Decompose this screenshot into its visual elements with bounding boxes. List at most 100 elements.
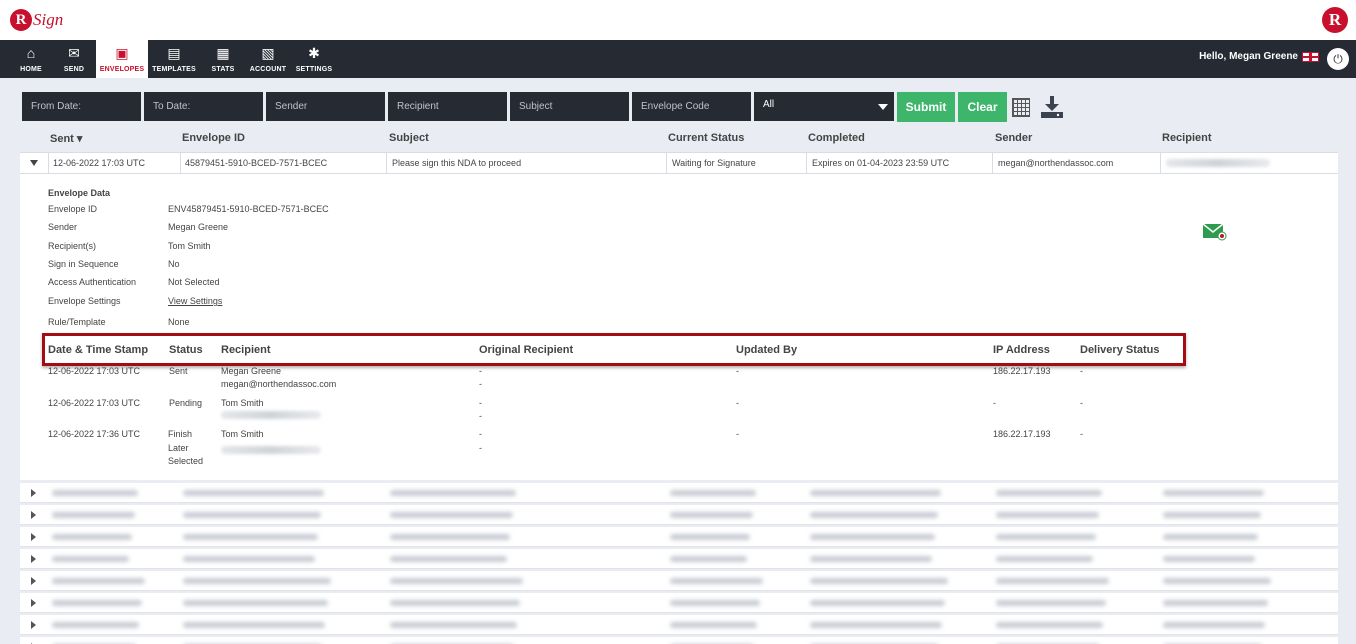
history-original-recipient: - bbox=[479, 411, 482, 421]
history-recipient-email: megan@northendassoc.com bbox=[221, 379, 337, 389]
subject-input[interactable]: Subject bbox=[510, 92, 629, 121]
table-row[interactable] bbox=[20, 637, 1338, 644]
col-header-recipient[interactable]: Recipient bbox=[1162, 132, 1212, 144]
field-label: Access Authentication bbox=[48, 277, 137, 287]
chevron-down-icon bbox=[878, 104, 888, 110]
history-col-recipient: Recipient bbox=[221, 344, 271, 356]
to-date-input[interactable]: To Date: bbox=[144, 92, 263, 121]
history-updated-by: - bbox=[736, 398, 739, 408]
nav-settings[interactable]: ✱ SETTINGS bbox=[294, 40, 334, 78]
nav-settings-label: SETTINGS bbox=[295, 65, 333, 73]
redacted-cell bbox=[390, 578, 524, 584]
history-updated-by: - bbox=[736, 366, 739, 376]
status-select-value: All bbox=[763, 99, 775, 110]
field-label: Sender bbox=[48, 222, 78, 232]
redacted-cell bbox=[183, 622, 326, 628]
from-date-input[interactable]: From Date: bbox=[22, 92, 141, 121]
history-original-recipient: - bbox=[479, 443, 482, 453]
stats-icon: ▦ bbox=[216, 44, 230, 61]
history-recipient: Tom Smith bbox=[221, 398, 264, 408]
calendar-icon[interactable] bbox=[1012, 98, 1030, 117]
history-status: Finish bbox=[168, 429, 193, 439]
nav-templates[interactable]: ▤ TEMPLATES bbox=[151, 40, 197, 78]
expand-arrow-icon[interactable] bbox=[31, 511, 36, 519]
redacted-cell bbox=[52, 622, 140, 628]
redacted-cell bbox=[390, 512, 513, 518]
history-status: Selected bbox=[168, 456, 204, 466]
sender-input[interactable]: Sender bbox=[266, 92, 385, 121]
col-header-sender[interactable]: Sender bbox=[995, 132, 1032, 144]
expand-arrow-icon[interactable] bbox=[31, 533, 36, 541]
redacted-cell bbox=[183, 490, 324, 496]
clear-button[interactable]: Clear bbox=[958, 92, 1007, 122]
redacted-cell bbox=[996, 578, 1110, 584]
cell-sender: megan@northendassoc.com bbox=[998, 158, 1114, 168]
collapse-arrow-icon[interactable] bbox=[30, 160, 38, 166]
history-status: Pending bbox=[169, 398, 203, 408]
redacted-cell bbox=[810, 622, 943, 628]
col-header-completed[interactable]: Completed bbox=[808, 132, 865, 144]
cell-subject: Please sign this NDA to proceed bbox=[392, 158, 522, 168]
nav-account[interactable]: ▧ ACCOUNT bbox=[247, 40, 289, 78]
redacted-cell bbox=[1163, 534, 1258, 540]
sort-down-icon: ▾ bbox=[76, 133, 83, 145]
cell-divider bbox=[992, 152, 993, 174]
templates-icon: ▤ bbox=[167, 44, 181, 61]
col-header-envelope-id[interactable]: Envelope ID bbox=[182, 132, 245, 144]
main-nav: ⌂ HOME ✉ SEND ▣ ENVELOPES ▤ TEMPLATES ▦ … bbox=[0, 40, 1356, 78]
user-greeting[interactable]: Hello, Megan Greene bbox=[1199, 51, 1298, 62]
col-header-status[interactable]: Current Status bbox=[668, 132, 744, 144]
nav-envelopes[interactable]: ▣ ENVELOPES bbox=[96, 40, 148, 78]
nav-send[interactable]: ✉ SEND bbox=[55, 40, 93, 78]
history-col-ip: IP Address bbox=[993, 344, 1050, 356]
expand-arrow-icon[interactable] bbox=[31, 555, 36, 563]
nav-home[interactable]: ⌂ HOME bbox=[12, 40, 50, 78]
redacted-cell bbox=[183, 600, 329, 606]
field-value: No bbox=[168, 259, 180, 269]
col-header-sent-label: Sent bbox=[50, 133, 74, 145]
cell-sent: 12-06-2022 17:03 UTC bbox=[53, 158, 146, 168]
redacted-cell bbox=[390, 490, 516, 496]
history-col-original-recipient: Original Recipient bbox=[479, 344, 574, 356]
status-select[interactable]: All bbox=[754, 92, 894, 121]
redacted-cell bbox=[810, 534, 935, 540]
history-timestamp: 12-06-2022 17:36 UTC bbox=[48, 429, 141, 439]
nav-send-label: SEND bbox=[63, 65, 85, 73]
history-recipient: Megan Greene bbox=[221, 366, 282, 376]
redacted-cell bbox=[996, 490, 1102, 496]
redacted-cell bbox=[52, 556, 129, 562]
expand-arrow-icon[interactable] bbox=[31, 489, 36, 497]
expand-arrow-icon[interactable] bbox=[31, 577, 36, 585]
redacted-cell bbox=[1163, 622, 1266, 628]
nav-stats[interactable]: ▦ STATS bbox=[204, 40, 242, 78]
field-label: Envelope ID bbox=[48, 204, 98, 214]
view-settings-link[interactable]: View Settings bbox=[168, 296, 222, 306]
send-icon: ✉ bbox=[68, 44, 80, 61]
envelope-code-input[interactable]: Envelope Code bbox=[632, 92, 751, 121]
expand-arrow-icon[interactable] bbox=[31, 621, 36, 629]
recipient-input[interactable]: Recipient bbox=[388, 92, 507, 121]
redacted-cell bbox=[183, 512, 321, 518]
submit-button[interactable]: Submit bbox=[897, 92, 955, 122]
logout-button[interactable]: ⏻ bbox=[1327, 48, 1349, 70]
history-delivery: - bbox=[1080, 366, 1083, 376]
rsign-logo[interactable]: R Sign bbox=[10, 6, 63, 34]
redacted-cell bbox=[670, 600, 761, 606]
field-label: Sign in Sequence bbox=[48, 259, 119, 269]
download-icon[interactable] bbox=[1040, 95, 1064, 119]
language-flag-icon[interactable] bbox=[1302, 52, 1319, 62]
redacted-cell bbox=[183, 556, 315, 562]
history-col-timestamp: Date & Time Stamp bbox=[48, 344, 149, 356]
col-header-sent[interactable]: Sent ▾ bbox=[50, 132, 82, 145]
field-value: Tom Smith bbox=[168, 241, 211, 251]
redacted-cell bbox=[996, 556, 1093, 562]
redacted-cell bbox=[52, 512, 135, 518]
col-header-subject[interactable]: Subject bbox=[389, 132, 429, 144]
nav-envelopes-label: ENVELOPES bbox=[99, 65, 145, 73]
expand-arrow-icon[interactable] bbox=[31, 599, 36, 607]
redacted-cell bbox=[52, 490, 138, 496]
redacted-cell bbox=[810, 600, 946, 606]
redacted-cell bbox=[390, 534, 510, 540]
redacted-cell bbox=[996, 512, 1099, 518]
resend-email-icon[interactable] bbox=[1203, 223, 1227, 241]
